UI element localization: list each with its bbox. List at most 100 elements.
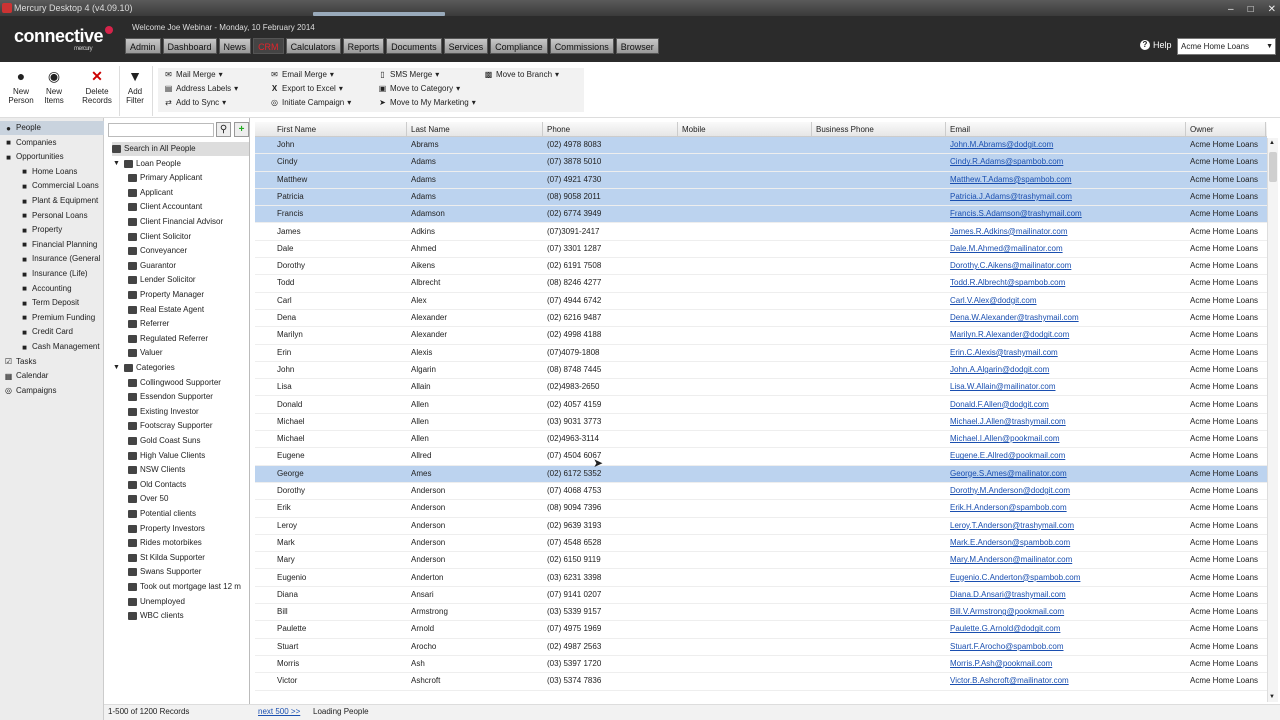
cell-email[interactable]: Patricia.J.Adams@trashymail.com	[950, 189, 1184, 206]
table-row[interactable]: Donald Allen (02) 4057 4159 Donald.F.Allen@…	[255, 397, 1267, 414]
cell-email[interactable]: James.R.Adkins@mailinator.com	[950, 224, 1184, 241]
table-row[interactable]: Patricia Adams (08) 9058 2011 Patricia.J.Ad…	[255, 188, 1267, 207]
table-row[interactable]: James Adkins (07)3091-2417 James.R.Adkins@m…	[255, 224, 1267, 241]
column-header-last-name[interactable]: Last Name	[407, 122, 543, 137]
tree-item-property-investors[interactable]: Property Investors	[128, 522, 249, 536]
table-row[interactable]: John Algarin (08) 8748 7445 John.A.Algarin@…	[255, 362, 1267, 380]
cell-email[interactable]: John.M.Abrams@dodgit.com	[950, 137, 1184, 154]
column-header-email[interactable]: Email	[946, 122, 1186, 137]
cell-email[interactable]: Morris.P.Ash@pookmail.com	[950, 656, 1184, 673]
tab-crm[interactable]: CRM	[253, 38, 284, 54]
nav-item-calendar[interactable]: ▦ Calendar	[0, 369, 104, 383]
add-filter-button[interactable]: ▼ Add Filter	[122, 68, 148, 105]
table-row[interactable]: Dena Alexander (02) 6216 9487 Dena.W.Alexan…	[255, 310, 1267, 328]
organisation-select[interactable]: Acme Home Loans ▼	[1177, 38, 1276, 55]
cell-email[interactable]: Victor.B.Ashcroft@mailinator.com	[950, 673, 1184, 690]
cell-email[interactable]: Erin.C.Alexis@trashymail.com	[950, 345, 1184, 362]
table-row[interactable]: Carl Alex (07) 4944 6742 Carl.V.Alex@dodgit…	[255, 293, 1267, 310]
move-to-branch-button[interactable]: ▩ Move to Branch ▾	[484, 70, 559, 79]
nav-item-credit-card[interactable]: ■ Credit Card	[0, 325, 104, 339]
tree-item-conveyancer[interactable]: Conveyancer	[128, 244, 249, 258]
column-header-first-name[interactable]: First Name	[273, 122, 407, 137]
cell-email[interactable]: Eugene.E.Allred@pookmail.com	[950, 448, 1184, 465]
grid-scrollbar[interactable]: ▲ ▼	[1267, 138, 1278, 702]
table-row[interactable]: Eugenio Anderton (03) 6231 3398 Eugenio.C.A…	[255, 570, 1267, 587]
tree-item-lender-solicitor[interactable]: Lender Solicitor	[128, 273, 249, 287]
tree-item-regulated-referrer[interactable]: Regulated Referrer	[128, 332, 249, 346]
cell-email[interactable]: Eugenio.C.Anderton@spambob.com	[950, 570, 1184, 587]
table-row[interactable]: Bill Armstrong (03) 5339 9157 Bill.V.Armstr…	[255, 604, 1267, 622]
expand-toggle-icon[interactable]: ▼	[113, 157, 121, 171]
tree-item-took-out-mortgage-last-12-m[interactable]: Took out mortgage last 12 m	[128, 580, 249, 594]
tab-admin[interactable]: Admin	[125, 38, 161, 54]
tab-reports[interactable]: Reports	[342, 38, 385, 54]
table-row[interactable]: John Abrams (02) 4978 8083 John.M.Abrams@do…	[255, 137, 1267, 155]
tab-browser[interactable]: Browser	[615, 38, 659, 54]
nav-item-financial-planning[interactable]: ■ Financial Planning	[0, 238, 104, 252]
tree-item-unemployed[interactable]: Unemployed	[128, 595, 249, 609]
column-header-owner[interactable]: Owner	[1186, 122, 1266, 137]
tree-item-search-in-all-people[interactable]: Search in All People	[112, 142, 249, 156]
tab-news[interactable]: News	[218, 38, 252, 54]
cell-email[interactable]: Mary.M.Anderson@mailinator.com	[950, 552, 1184, 569]
export-to-excel-button[interactable]: X Export to Excel ▾	[270, 84, 343, 93]
cell-email[interactable]: Paulette.G.Arnold@dodgit.com	[950, 621, 1184, 638]
table-row[interactable]: Victor Ashcroft (03) 5374 7836 Victor.B.Ash…	[255, 673, 1267, 691]
email-merge-button[interactable]: ✉ Email Merge ▾	[270, 70, 334, 79]
column-header-phone[interactable]: Phone	[543, 122, 678, 137]
tree-item-valuer[interactable]: Valuer	[128, 346, 249, 360]
table-row[interactable]: Erik Anderson (08) 9094 7396 Erik.H.Anderso…	[255, 500, 1267, 518]
initiate-campaign-button[interactable]: ◎ Initiate Campaign ▾	[270, 98, 351, 107]
table-row[interactable]: Francis Adamson (02) 6774 3949 Francis.S.Ad…	[255, 206, 1267, 224]
tree-item-existing-investor[interactable]: Existing Investor	[128, 405, 249, 419]
cell-email[interactable]: Marilyn.R.Alexander@dodgit.com	[950, 327, 1184, 344]
cell-email[interactable]: Michael.I.Allen@pookmail.com	[950, 431, 1184, 448]
tab-services[interactable]: Services	[443, 38, 489, 54]
cell-email[interactable]: John.A.Algarin@dodgit.com	[950, 362, 1184, 379]
tree-item-referrer[interactable]: Referrer	[128, 317, 249, 331]
mail-merge-button[interactable]: ✉ Mail Merge ▾	[164, 70, 222, 79]
tree-item-gold-coast-suns[interactable]: Gold Coast Suns	[128, 434, 249, 448]
cell-email[interactable]: Bill.V.Armstrong@pookmail.com	[950, 604, 1184, 621]
nav-item-accounting[interactable]: ■ Accounting	[0, 282, 104, 296]
tab-documents[interactable]: Documents	[386, 38, 442, 54]
cell-email[interactable]: Diana.D.Ansari@trashymail.com	[950, 587, 1184, 604]
nav-item-tasks[interactable]: ☑ Tasks	[0, 355, 104, 369]
table-row[interactable]: Dorothy Anderson (07) 4068 4753 Dorothy.M.A…	[255, 483, 1267, 501]
cell-email[interactable]: Dorothy.M.Anderson@dodgit.com	[950, 483, 1184, 500]
tab-dashboard[interactable]: Dashboard	[162, 38, 217, 54]
cell-email[interactable]: Dena.W.Alexander@trashymail.com	[950, 310, 1184, 327]
search-input[interactable]	[108, 123, 214, 137]
cell-email[interactable]: Michael.J.Allen@trashymail.com	[950, 414, 1184, 431]
tree-item-client-solicitor[interactable]: Client Solicitor	[128, 230, 249, 244]
column-header-business-phone[interactable]: Business Phone	[812, 122, 946, 137]
nav-item-insurance-general[interactable]: ■ Insurance (General	[0, 252, 104, 266]
move-to-my-marketing-button[interactable]: ➤ Move to My Marketing ▾	[378, 98, 476, 107]
table-row[interactable]: Mark Anderson (07) 4548 6528 Mark.E.Anderso…	[255, 535, 1267, 553]
cell-email[interactable]: Erik.H.Anderson@spambob.com	[950, 500, 1184, 517]
cell-email[interactable]: Lisa.W.Allain@mailinator.com	[950, 379, 1184, 396]
cell-email[interactable]: Cindy.R.Adams@spambob.com	[950, 154, 1184, 171]
tree-item-client-financial-advisor[interactable]: Client Financial Advisor	[128, 215, 249, 229]
nav-item-personal-loans[interactable]: ■ Personal Loans	[0, 209, 104, 223]
scroll-down-icon[interactable]: ▼	[1269, 694, 1275, 700]
scroll-up-icon[interactable]: ▲	[1269, 140, 1275, 146]
sms-merge-button[interactable]: ▯ SMS Merge ▾	[378, 70, 439, 79]
nav-item-premium-funding[interactable]: ■ Premium Funding	[0, 311, 104, 325]
table-row[interactable]: Erin Alexis (07)4079-1808 Erin.C.Alexis@tra…	[255, 345, 1267, 362]
tree-item-guarantor[interactable]: Guarantor	[128, 259, 249, 273]
tab-compliance[interactable]: Compliance	[490, 38, 548, 54]
table-row[interactable]: Dale Ahmed (07) 3301 1287 Dale.M.Ahmed@mail…	[255, 241, 1267, 259]
nav-item-cash-management[interactable]: ■ Cash Management	[0, 340, 104, 354]
search-button[interactable]: ⚲	[216, 122, 231, 137]
tab-commissions[interactable]: Commissions	[549, 38, 614, 54]
table-row[interactable]: Stuart Arocho (02) 4987 2563 Stuart.F.Aroch…	[255, 639, 1267, 656]
tree-item-property-manager[interactable]: Property Manager	[128, 288, 249, 302]
add-to-sync-button[interactable]: ⇄ Add to Sync ▾	[164, 98, 226, 107]
tree-item-wbc-clients[interactable]: WBC clients	[128, 609, 249, 623]
nav-item-opportunities[interactable]: ■ Opportunities	[0, 150, 104, 164]
nav-item-home-loans[interactable]: ■ Home Loans	[0, 165, 104, 179]
cell-email[interactable]: Francis.S.Adamson@trashymail.com	[950, 206, 1184, 223]
tree-item-essendon-supporter[interactable]: Essendon Supporter	[128, 390, 249, 404]
nav-item-people[interactable]: ● People	[0, 121, 104, 135]
